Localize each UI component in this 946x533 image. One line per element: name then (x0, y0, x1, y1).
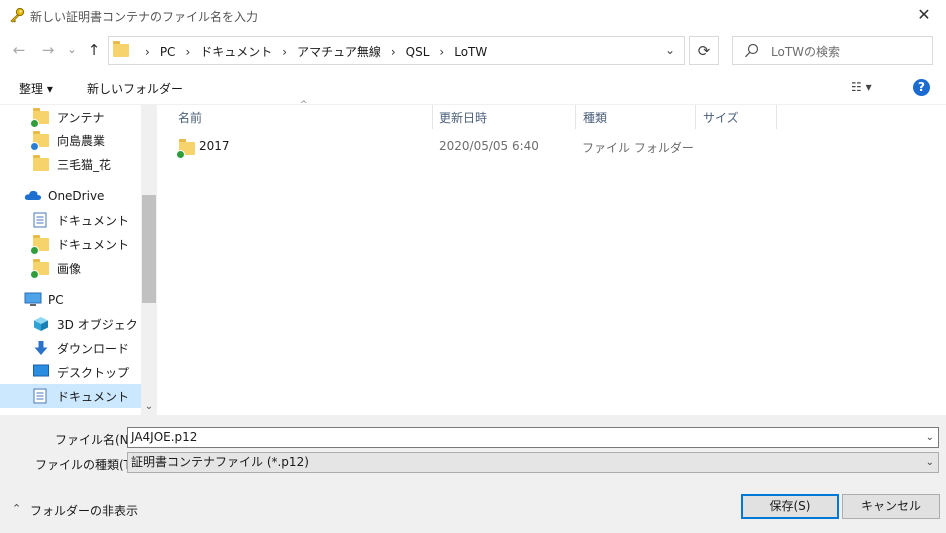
recent-locations-button[interactable]: ⌄ (61, 39, 83, 61)
sidebar-item-label: ドキュメント (57, 213, 130, 228)
hide-folders-button[interactable]: フォルダーの非表示 (30, 502, 138, 519)
file-modified: 2020/05/05 6:40 (439, 139, 539, 153)
file-name: 2017 (199, 139, 230, 153)
folder-synced-icon (176, 139, 197, 159)
sidebar-item-mikeneko[interactable]: 三毛猫_花 (0, 152, 141, 176)
chevron-down-icon: ⌄ (925, 457, 934, 468)
sidebar-item-onedrive-documents-folder[interactable]: ドキュメント (0, 232, 141, 256)
column-headers: 名前 更新日時 種類 サイズ (160, 105, 946, 129)
up-button[interactable]: ↑ (83, 39, 105, 61)
window-title: 新しい証明書コンテナのファイル名を入力 (30, 10, 259, 24)
filename-input[interactable]: JA4JOE.p12 ⌄ (127, 427, 939, 448)
search-box[interactable]: LoTWの検索 (732, 36, 933, 65)
sidebar-scrollbar-thumb[interactable] (142, 195, 156, 303)
folder-icon (33, 155, 51, 172)
cancel-button[interactable]: キャンセル (842, 494, 940, 519)
address-bar[interactable]: › PC › ドキュメント › アマチュア無線 › QSL › LoTW ⌄ (108, 36, 685, 65)
sidebar-item-downloads[interactable]: ダウンロード (0, 336, 141, 360)
breadcrumb: › PC › ドキュメント › アマチュア無線 › QSL › LoTW (113, 40, 487, 60)
sidebar-item-label: デスクトップ (57, 365, 130, 380)
computer-icon (24, 292, 42, 308)
breadcrumb-lotw[interactable]: LoTW (454, 45, 487, 59)
sidebar-item-mukaishima[interactable]: 向島農業 (0, 128, 141, 152)
sidebar-item-pc[interactable]: PC (0, 288, 141, 312)
view-options-button[interactable]: ☷ ▾ (851, 80, 872, 94)
sidebar-item-label: 向島農業 (57, 133, 106, 148)
document-icon (33, 388, 51, 404)
search-icon (743, 42, 761, 60)
sidebar-item-documents[interactable]: ドキュメント (0, 384, 141, 408)
sidebar-item-antenna[interactable]: アンテナ (0, 105, 141, 129)
sidebar-item-label: 三毛猫_花 (57, 157, 112, 172)
breadcrumb-pc[interactable]: PC (160, 45, 176, 59)
folder-icon (113, 40, 129, 60)
sidebar-item-label: ダウンロード (57, 341, 130, 356)
column-divider[interactable] (432, 105, 433, 129)
column-divider[interactable] (575, 105, 576, 129)
breadcrumb-qsl[interactable]: QSL (406, 45, 430, 59)
breadcrumb-amateur-radio[interactable]: アマチュア無線 (297, 43, 381, 60)
chevron-up-icon[interactable]: ⌃ (12, 502, 21, 515)
breadcrumb-separator[interactable]: › (282, 45, 287, 59)
breadcrumb-documents[interactable]: ドキュメント (200, 43, 272, 60)
sidebar-item-onedrive[interactable]: OneDrive (0, 184, 141, 208)
navigation-pane: アンテナ 向島農業 三毛猫_花 OneDrive ドキュメント ドキュメント 画… (0, 105, 141, 415)
breadcrumb-separator[interactable]: › (439, 45, 444, 59)
sidebar-item-label: アンテナ (57, 110, 105, 125)
close-button[interactable]: ✕ (912, 4, 936, 26)
key-icon (9, 7, 25, 23)
sidebar-item-desktop[interactable]: デスクトップ (0, 360, 141, 384)
breadcrumb-separator[interactable]: › (145, 45, 150, 59)
column-header-size[interactable]: サイズ (703, 109, 739, 126)
column-header-modified[interactable]: 更新日時 (439, 109, 487, 126)
sidebar-item-pictures[interactable]: 画像 (0, 256, 141, 280)
new-folder-button[interactable]: 新しいフォルダー (87, 80, 183, 97)
download-icon (33, 340, 51, 356)
help-button[interactable]: ? (913, 79, 930, 96)
breadcrumb-separator[interactable]: › (391, 45, 396, 59)
refresh-button[interactable]: ⟳ (689, 36, 719, 65)
sidebar-scroll-down-button[interactable]: ⌄ (141, 399, 157, 415)
search-input[interactable]: LoTWの検索 (771, 43, 840, 60)
address-dropdown-button[interactable]: ⌄ (656, 37, 684, 64)
organize-button[interactable]: 整理 ▾ (19, 80, 53, 97)
column-header-name[interactable]: 名前 (178, 109, 202, 126)
chevron-down-icon[interactable]: ⌄ (926, 428, 934, 447)
filename-value: JA4JOE.p12 (131, 430, 198, 444)
sidebar-item-3d-objects[interactable]: 3D オブジェクト (0, 312, 141, 336)
folder-synced-icon (30, 108, 51, 128)
folder-synced-icon (30, 235, 51, 255)
column-divider[interactable] (776, 105, 777, 129)
column-header-type[interactable]: 種類 (583, 109, 607, 126)
filename-label: ファイル名(N): (55, 433, 138, 447)
column-divider[interactable] (695, 105, 696, 129)
filetype-label: ファイルの種類(T): (35, 458, 140, 472)
sidebar-item-label: ドキュメント (57, 237, 130, 252)
document-icon (33, 212, 51, 228)
back-button[interactable]: ← (8, 39, 30, 61)
filetype-value: 証明書コンテナファイル (*.p12) (131, 455, 309, 469)
folder-synced-icon (30, 259, 51, 279)
cube-icon (33, 316, 51, 332)
sidebar-item-label: ドキュメント (57, 389, 130, 404)
sidebar-item-label: PC (48, 293, 64, 307)
breadcrumb-separator[interactable]: › (185, 45, 190, 59)
sidebar-item-label: 画像 (57, 261, 82, 276)
save-button[interactable]: 保存(S) (741, 494, 839, 519)
folder-syncing-icon (30, 131, 51, 151)
file-row[interactable]: 2017 2020/05/05 6:40 ファイル フォルダー (170, 136, 710, 159)
desktop-icon (33, 364, 51, 380)
sidebar-item-label: 3D オブジェクト (57, 317, 141, 332)
filetype-select[interactable]: 証明書コンテナファイル (*.p12) ⌄ (127, 452, 939, 473)
forward-button[interactable]: → (37, 39, 59, 61)
cloud-icon (24, 188, 42, 204)
file-type: ファイル フォルダー (582, 141, 694, 155)
sidebar-item-label: OneDrive (48, 189, 105, 203)
sidebar-item-onedrive-documents[interactable]: ドキュメント (0, 208, 141, 232)
